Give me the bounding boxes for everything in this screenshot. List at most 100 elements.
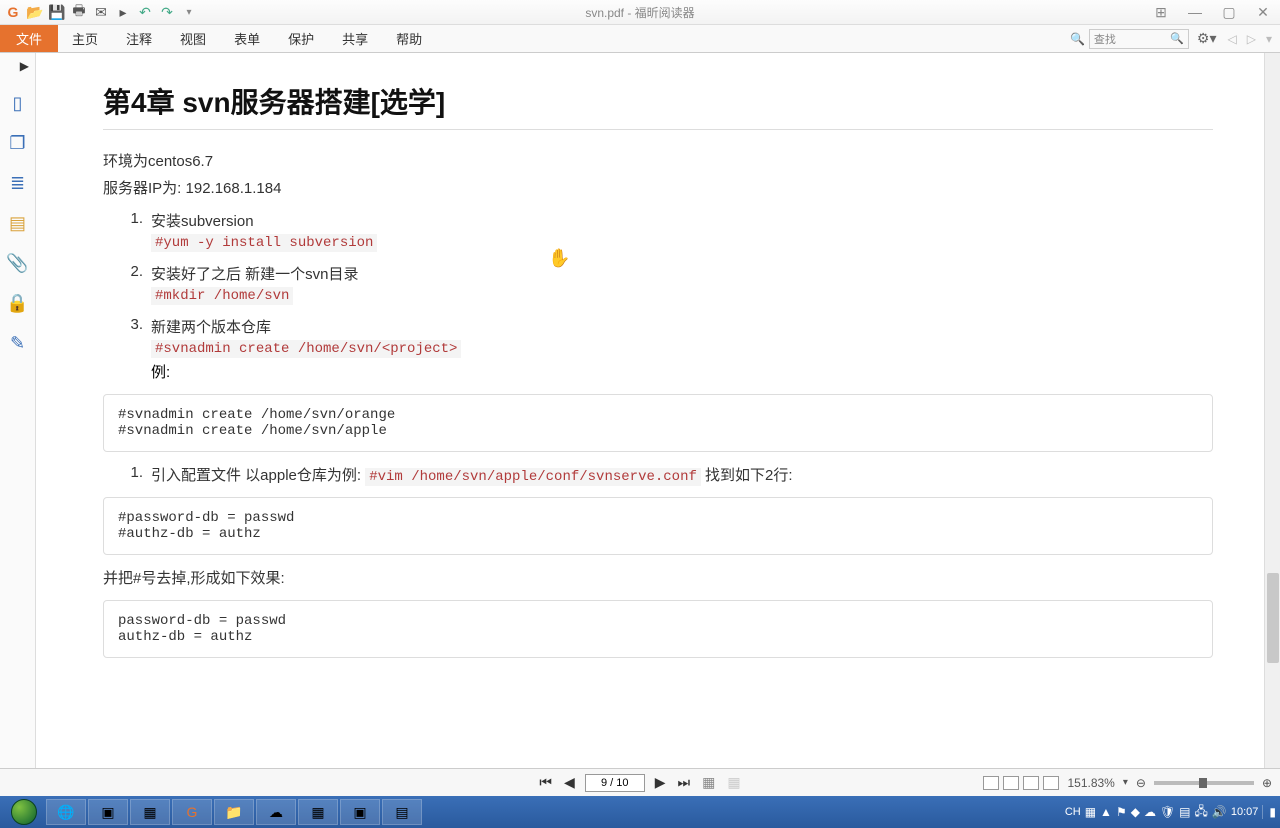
search-go-icon[interactable]: 🔍	[1170, 32, 1184, 45]
task-app4[interactable]: ▦	[298, 799, 338, 825]
env-text: 环境为centos6.7	[103, 150, 1213, 171]
tray-network-icon[interactable]: 🖧	[1195, 802, 1208, 823]
zoom-slider[interactable]	[1154, 781, 1254, 785]
zoom-slider-thumb[interactable]	[1199, 778, 1207, 788]
chapter-heading: 第4章 svn服务器搭建[选学]	[103, 81, 1213, 130]
tray-icon[interactable]: ▤	[1179, 805, 1190, 819]
view-facing-icon[interactable]	[1023, 776, 1039, 790]
copy-icon[interactable]: ❐	[6, 131, 30, 155]
next-page-icon[interactable]: ▶	[653, 774, 668, 791]
close-icon[interactable]: ✕	[1251, 3, 1275, 21]
prev-page-icon[interactable]: ◀	[562, 774, 577, 791]
tray-icon[interactable]: ◆	[1131, 805, 1140, 819]
new-page-icon[interactable]: ▯	[6, 91, 30, 115]
bookmark-icon[interactable]: ≣	[6, 171, 30, 195]
menu-share[interactable]: 共享	[328, 25, 382, 52]
last-page-icon[interactable]: ⏭	[676, 774, 693, 791]
ribbon-toggle-icon[interactable]: ⊞	[1149, 3, 1173, 21]
vertical-scrollbar[interactable]	[1264, 53, 1280, 768]
lang-indicator[interactable]: CH	[1065, 806, 1081, 818]
view-facing-cont-icon[interactable]	[1043, 776, 1059, 790]
menu-view[interactable]: 视图	[166, 25, 220, 52]
task-app3[interactable]: ☁	[256, 799, 296, 825]
toolstrip-expand-icon[interactable]: ▶	[20, 59, 29, 73]
tray-icon[interactable]: ⚑	[1116, 805, 1127, 819]
menu-help[interactable]: 帮助	[382, 25, 436, 52]
maximize-icon[interactable]: ▢	[1217, 3, 1241, 21]
conf-block-2: password-db = passwd authz-db = authz	[103, 600, 1213, 658]
menu-home[interactable]: 主页	[58, 25, 112, 52]
search-input[interactable]: 查找 🔍	[1089, 29, 1189, 49]
quick-access-toolbar: G 📂 💾 🖶 ✉ ▸ ↶ ↷ ▾	[0, 2, 199, 22]
task-chrome[interactable]: 🌐	[46, 799, 86, 825]
minimize-icon[interactable]: —	[1183, 3, 1207, 21]
example-code-block: #svnadmin create /home/svn/orange #svnad…	[103, 394, 1213, 452]
step-num: 2.	[121, 263, 143, 284]
find-icon[interactable]: 🔍	[1070, 32, 1085, 46]
save-icon[interactable]: 💾	[47, 2, 67, 22]
attachment-icon[interactable]: 📎	[6, 251, 30, 275]
menubar: 文件 主页 注释 视图 表单 保护 共享 帮助 🔍 查找 🔍 ⚙▾ ◁ ▷ ▾	[0, 25, 1280, 53]
zoom-dropdown-icon[interactable]: ▾	[1123, 777, 1128, 788]
task-app5[interactable]: ▣	[340, 799, 380, 825]
task-explorer[interactable]: 📁	[214, 799, 254, 825]
step-2-code: #mkdir /home/svn	[151, 287, 293, 305]
start-button[interactable]	[4, 798, 44, 826]
step-2: 2. 安装好了之后 新建一个svn目录	[121, 263, 1213, 284]
comment-icon[interactable]: ▤	[6, 211, 30, 235]
file-tab[interactable]: 文件	[0, 25, 58, 52]
nav-fwd-icon[interactable]: ▷	[1244, 32, 1259, 46]
open-icon[interactable]: 📂	[25, 2, 45, 22]
main-area: ▶ ▯ ❐ ≣ ▤ 📎 🔒 ✎ 第4章 svn服务器搭建[选学] 环境为cent…	[0, 53, 1280, 768]
signature-icon[interactable]: ✎	[6, 331, 30, 355]
bookmark-nav2-icon[interactable]: ▦	[725, 774, 742, 791]
security-icon[interactable]: 🔒	[6, 291, 30, 315]
settings-icon[interactable]: ⚙▾	[1193, 30, 1221, 47]
menu-comment[interactable]: 注释	[112, 25, 166, 52]
tray-icon[interactable]: ▲	[1100, 805, 1112, 819]
email-icon[interactable]: ✉	[91, 2, 111, 22]
menu-protect[interactable]: 保护	[274, 25, 328, 52]
step-text: 安装好了之后 新建一个svn目录	[151, 263, 359, 284]
task-app1[interactable]: ▣	[88, 799, 128, 825]
ip-text: 服务器IP为: 192.168.1.184	[103, 177, 1213, 198]
document-viewport[interactable]: 第4章 svn服务器搭建[选学] 环境为centos6.7 服务器IP为: 19…	[36, 53, 1280, 768]
nav-back-icon[interactable]: ◁	[1225, 32, 1240, 46]
step-num: 1.	[121, 464, 143, 485]
qat-more-icon[interactable]: ▾	[179, 2, 199, 22]
task-app2[interactable]: ▦	[130, 799, 170, 825]
redo-icon[interactable]: ↷	[157, 2, 177, 22]
print-icon[interactable]: 🖶	[69, 2, 89, 22]
task-foxit[interactable]: G	[172, 799, 212, 825]
tray-icon[interactable]: ☁	[1144, 805, 1156, 819]
tray-shield-icon[interactable]: 🛡	[1160, 805, 1175, 819]
view-continuous-icon[interactable]	[1003, 776, 1019, 790]
zoom-out-icon[interactable]: ⊖	[1136, 776, 1146, 790]
step-4-prefix: 引入配置文件 以apple仓库为例:	[151, 467, 365, 484]
zoom-value: 151.83%	[1067, 776, 1114, 790]
statusbar: ⏮ ◀ ▶ ⏭ ▦ ▦ 151.83% ▾ ⊖ ⊕	[0, 768, 1280, 796]
page-nav: ⏮ ◀ ▶ ⏭ ▦ ▦	[537, 774, 742, 792]
bookmark-nav-icon[interactable]: ▦	[700, 774, 717, 791]
tray-icon[interactable]: ▦	[1085, 805, 1096, 819]
first-page-icon[interactable]: ⏮	[537, 774, 554, 791]
view-mode-icons	[983, 776, 1059, 790]
zoom-in-icon[interactable]: ⊕	[1262, 776, 1272, 790]
clock[interactable]: 10:07	[1231, 806, 1259, 818]
step-3: 3. 新建两个版本仓库	[121, 316, 1213, 337]
document-page: 第4章 svn服务器搭建[选学] 环境为centos6.7 服务器IP为: 19…	[103, 53, 1213, 768]
page-icon[interactable]: ▸	[113, 2, 133, 22]
tray-volume-icon[interactable]: 🔊	[1212, 805, 1227, 819]
menu-form[interactable]: 表单	[220, 25, 274, 52]
system-tray: CH ▦ ▲ ⚑ ◆ ☁ 🛡 ▤ 🖧 🔊 10:07 ▮	[1065, 802, 1276, 823]
nav-more-icon[interactable]: ▾	[1263, 32, 1275, 46]
undo-icon[interactable]: ↶	[135, 2, 155, 22]
scrollbar-thumb[interactable]	[1267, 573, 1279, 663]
show-desktop[interactable]: ▮	[1262, 805, 1276, 819]
page-input[interactable]	[585, 774, 645, 792]
view-single-icon[interactable]	[983, 776, 999, 790]
task-app6[interactable]: ▤	[382, 799, 422, 825]
left-toolstrip: ▶ ▯ ❐ ≣ ▤ 📎 🔒 ✎	[0, 53, 36, 768]
step-text: 新建两个版本仓库	[151, 316, 271, 337]
step-1-code: #yum -y install subversion	[151, 234, 377, 252]
